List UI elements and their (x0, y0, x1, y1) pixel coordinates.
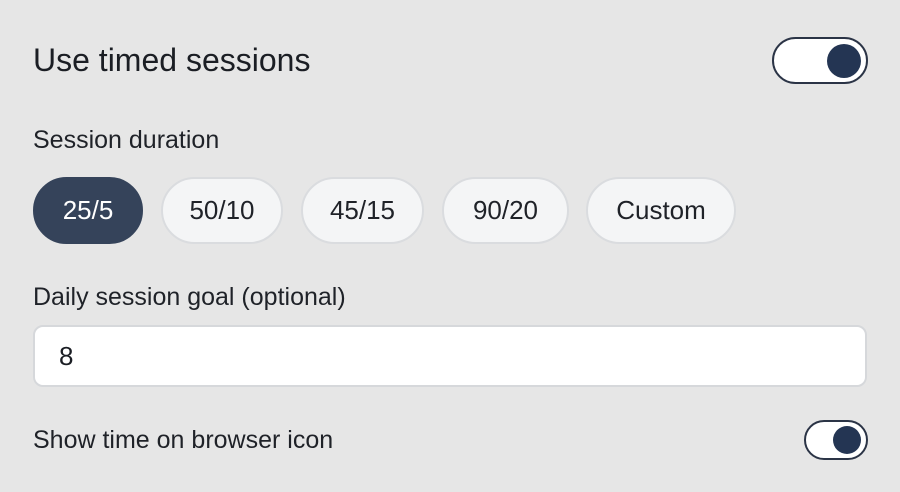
duration-option-45-15[interactable]: 45/15 (301, 177, 424, 244)
browser-icon-label: Show time on browser icon (33, 426, 334, 454)
daily-goal-label: Daily session goal (optional) (33, 283, 346, 311)
timed-sessions-label: Use timed sessions (33, 42, 311, 78)
browser-icon-toggle[interactable] (804, 420, 868, 460)
toggle-knob (833, 426, 861, 454)
duration-option-50-10[interactable]: 50/10 (161, 177, 283, 244)
duration-option-25-5[interactable]: 25/5 (33, 177, 143, 244)
session-duration-label: Session duration (33, 126, 220, 154)
daily-goal-input[interactable] (33, 325, 867, 387)
duration-option-custom[interactable]: Custom (586, 177, 736, 244)
toggle-knob (827, 43, 861, 78)
timed-sessions-toggle[interactable] (772, 37, 868, 84)
duration-option-90-20[interactable]: 90/20 (442, 177, 569, 244)
